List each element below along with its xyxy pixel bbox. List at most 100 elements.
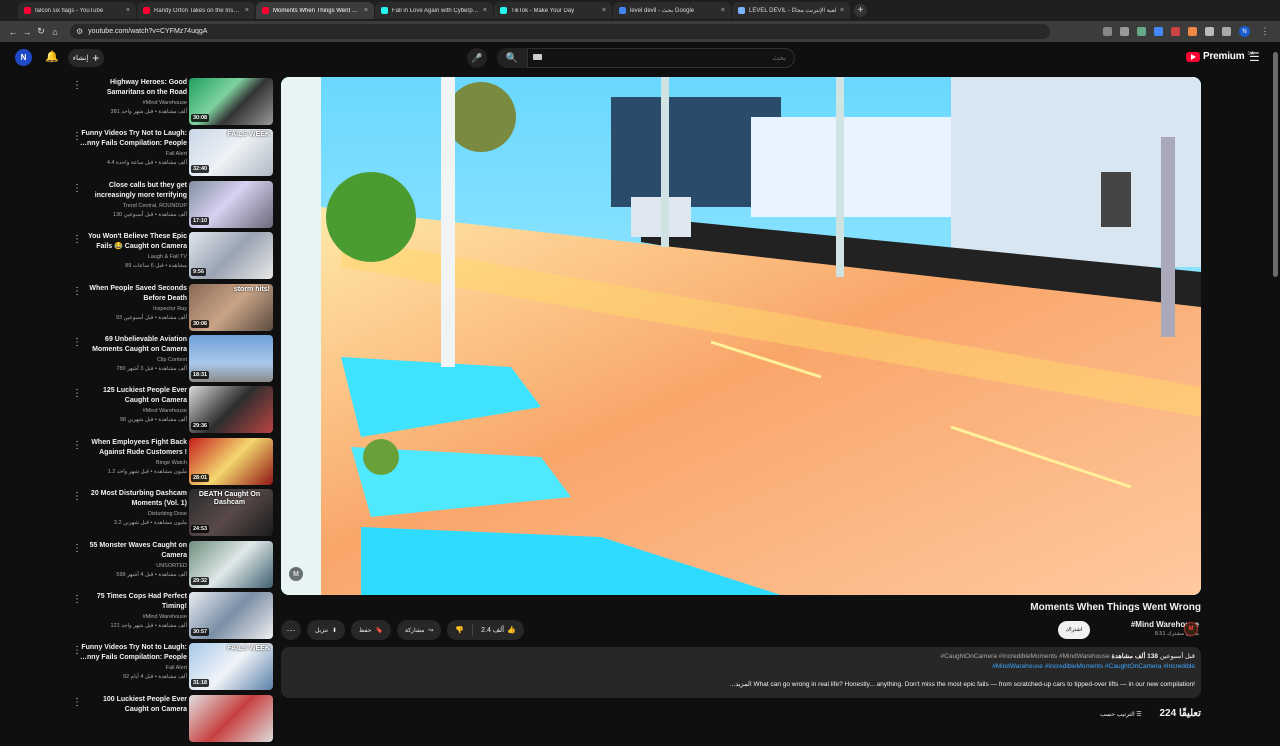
video-thumbnail[interactable]: FAILS WEEK 31:18 [189, 643, 273, 691]
share-button[interactable]: مشاركة ↪ [396, 620, 442, 640]
video-thumbnail[interactable]: 28:01 [189, 437, 273, 485]
voice-search-mic-icon[interactable]: 🎤 [467, 48, 487, 68]
video-duration: 17:10 [191, 216, 210, 225]
recommended-video[interactable]: ⋮ Highway Heroes: Good Samaritans on the… [60, 78, 275, 129]
browser-tab[interactable]: falcon six flags - YouTube × [18, 2, 136, 19]
browser-tab[interactable]: Fall in Love Again with Cyberp… × [375, 2, 493, 19]
recommended-video[interactable]: ⋮ 69 Unbelievable Aviation Moments Caugh… [60, 334, 275, 386]
recommended-video[interactable]: ⋮ You Won't Believe These Epic Fails 😂 C… [60, 232, 275, 283]
youtube-premium-logo[interactable]: Premium SA [1186, 51, 1254, 62]
extension-icon[interactable] [1137, 27, 1146, 36]
tab-close-icon[interactable]: × [364, 7, 368, 14]
recommended-video[interactable]: ⋮ Funny Videos Try Not to Laugh: …nny Fa… [60, 643, 275, 694]
recommended-video[interactable]: ⋮ 100 Luckiest People Ever Caught on Cam… [60, 694, 275, 746]
video-title[interactable]: Funny Videos Try Not to Laugh: …nny Fail… [77, 643, 187, 663]
tab-close-icon[interactable]: × [245, 7, 249, 14]
browser-tab[interactable]: Randy Orton Takes on the Ins… × [137, 2, 255, 19]
extension-icon[interactable] [1205, 27, 1214, 36]
sort-comments-button[interactable]: الترتيب حسب ☰ [1100, 711, 1142, 718]
browser-tab[interactable]: level devil - بحث Google × [613, 2, 731, 19]
keyboard-icon[interactable] [533, 54, 542, 60]
video-title[interactable]: When People Saved Seconds Before Death [77, 284, 187, 304]
puzzle-icon[interactable] [1222, 27, 1231, 36]
video-stats: 780 ألف مشاهدة • قبل 3 أشهر [116, 365, 187, 372]
site-info-icon[interactable]: ⚙ [76, 27, 83, 36]
channel-avatar[interactable]: M [1184, 622, 1198, 636]
bookmark-star-icon[interactable] [1120, 27, 1129, 36]
tab-title: Moments When Things Went W… [273, 7, 361, 14]
tab-close-icon[interactable]: × [126, 7, 130, 14]
recommended-video[interactable]: ⋮ Funny Videos Try Not to Laugh: …nny Fa… [60, 129, 275, 180]
browser-tab[interactable]: LEVEL DEVIL - لعبة الإنترنت مجانًا × [732, 2, 850, 19]
description-tags-2[interactable]: #MindWarehouse #IncredibleMoments #Caugh… [287, 662, 1195, 672]
video-thumbnail[interactable]: FAILS WEEK 32:40 [189, 129, 273, 177]
recommended-video[interactable]: ⋮ Close calls but they get increasingly … [60, 180, 275, 232]
tab-close-icon[interactable]: × [602, 7, 606, 14]
recommended-video[interactable]: ⋮ When Employees Fight Back Against Rude… [60, 437, 275, 489]
recommended-video[interactable]: ⋮ 55 Monster Waves Caught on Camera UNSO… [60, 540, 275, 592]
tab-close-icon[interactable]: × [840, 7, 844, 14]
download-button[interactable]: تنزيل ⬇ [307, 620, 346, 640]
recommended-video[interactable]: ⋮ 20 Most Disturbing Dashcam Moments (Vo… [60, 489, 275, 540]
back-icon[interactable]: ← [6, 27, 20, 37]
forward-icon[interactable]: → [20, 27, 34, 37]
tab-close-icon[interactable]: × [721, 7, 725, 14]
video-title[interactable]: 55 Monster Waves Caught on Camera [77, 541, 187, 561]
video-title[interactable]: 69 Unbelievable Aviation Moments Caught … [77, 335, 187, 355]
notifications-bell-icon[interactable]: 🔔 [45, 50, 59, 63]
page-scrollbar[interactable] [1273, 52, 1278, 277]
account-avatar[interactable]: N [15, 49, 32, 66]
video-player[interactable]: M [281, 77, 1201, 595]
home-icon[interactable]: ⌂ [48, 27, 62, 37]
description-box[interactable]: #CaughtOnCamera #IncredibleMoments #Mind… [281, 647, 1201, 698]
like-button[interactable]: 2.4 ألف 👍 [473, 620, 524, 640]
guide-menu-icon[interactable]: ☰ [1249, 50, 1260, 64]
video-title[interactable]: Highway Heroes: Good Samaritans on the R… [77, 78, 187, 98]
more-actions-button[interactable]: ⋯ [281, 620, 301, 640]
channel-watermark[interactable]: M [289, 567, 303, 581]
address-bar[interactable]: ⚙ youtube.com/watch?v=CYFMz74uqgA [70, 24, 1050, 39]
video-thumbnail[interactable]: 29:32 [189, 540, 273, 588]
video-thumbnail[interactable]: 30:57 [189, 591, 273, 639]
video-title[interactable]: When Employees Fight Back Against Rude C… [77, 438, 187, 458]
description-tags-1[interactable]: #CaughtOnCamera #IncredibleMoments #Mind… [940, 653, 1109, 660]
create-button[interactable]: إنشاء + [68, 49, 104, 67]
cast-icon[interactable] [1103, 27, 1112, 36]
reload-icon[interactable]: ↻ [34, 26, 48, 37]
browser-tab[interactable]: TikTok - Make Your Day × [494, 2, 612, 19]
video-thumbnail[interactable]: DEATH Caught On Dashcam 24:53 [189, 489, 273, 537]
video-thumbnail[interactable]: 9:56 [189, 232, 273, 280]
save-button[interactable]: حفظ 🔖 [351, 620, 391, 640]
browser-tab[interactable]: Moments When Things Went W… × [256, 2, 374, 19]
subscribe-button[interactable]: اشتراك [1058, 621, 1090, 639]
video-thumbnail[interactable]: 30:08 [189, 78, 273, 125]
recommended-video[interactable]: ⋮ When People Saved Seconds Before Death… [60, 283, 275, 335]
extension-icon[interactable] [1171, 27, 1180, 36]
video-thumbnail[interactable]: 17:10 [189, 180, 273, 228]
search-button[interactable]: 🔍 [497, 48, 527, 68]
video-thumbnail[interactable]: 29:36 [189, 386, 273, 434]
video-title[interactable]: You Won't Believe These Epic Fails 😂 Cau… [77, 232, 187, 252]
video-thumbnail[interactable]: 18:31 [189, 334, 273, 382]
video-title[interactable]: 100 Luckiest People Ever Caught on Camer… [77, 695, 187, 715]
new-tab-button[interactable]: + [854, 4, 867, 17]
extension-icon[interactable] [1188, 27, 1197, 36]
recommended-video[interactable]: ⋮ 75 Times Cops Had Perfect Timing! #Min… [60, 591, 275, 643]
video-title[interactable]: 20 Most Disturbing Dashcam Moments (Vol.… [77, 489, 187, 509]
recommended-video[interactable]: ⋮ 125 Luckiest People Ever Caught on Cam… [60, 386, 275, 437]
video-title[interactable]: Funny Videos Try Not to Laugh: …nny Fail… [77, 129, 187, 149]
video-thumbnail[interactable] [189, 694, 273, 742]
browser-menu-icon[interactable]: ⋮ [1258, 26, 1272, 37]
video-channel: Inspector Ray [153, 305, 187, 312]
browser-profile-avatar[interactable]: N [1239, 26, 1250, 37]
tab-close-icon[interactable]: × [483, 7, 487, 14]
extension-icon[interactable] [1154, 27, 1163, 36]
video-title[interactable]: 75 Times Cops Had Perfect Timing! [77, 592, 187, 612]
search-input[interactable] [527, 48, 795, 68]
dislike-button[interactable]: 👎 [447, 620, 472, 640]
video-title[interactable]: 125 Luckiest People Ever Caught on Camer… [77, 386, 187, 406]
video-thumbnail[interactable]: storm hits! 30:06 [189, 283, 273, 331]
url-text[interactable]: youtube.com/watch?v=CYFMz74uqgA [88, 28, 207, 35]
description-more[interactable]: ...المزيد [730, 681, 752, 688]
video-title[interactable]: Close calls but they get increasingly mo… [77, 181, 187, 201]
